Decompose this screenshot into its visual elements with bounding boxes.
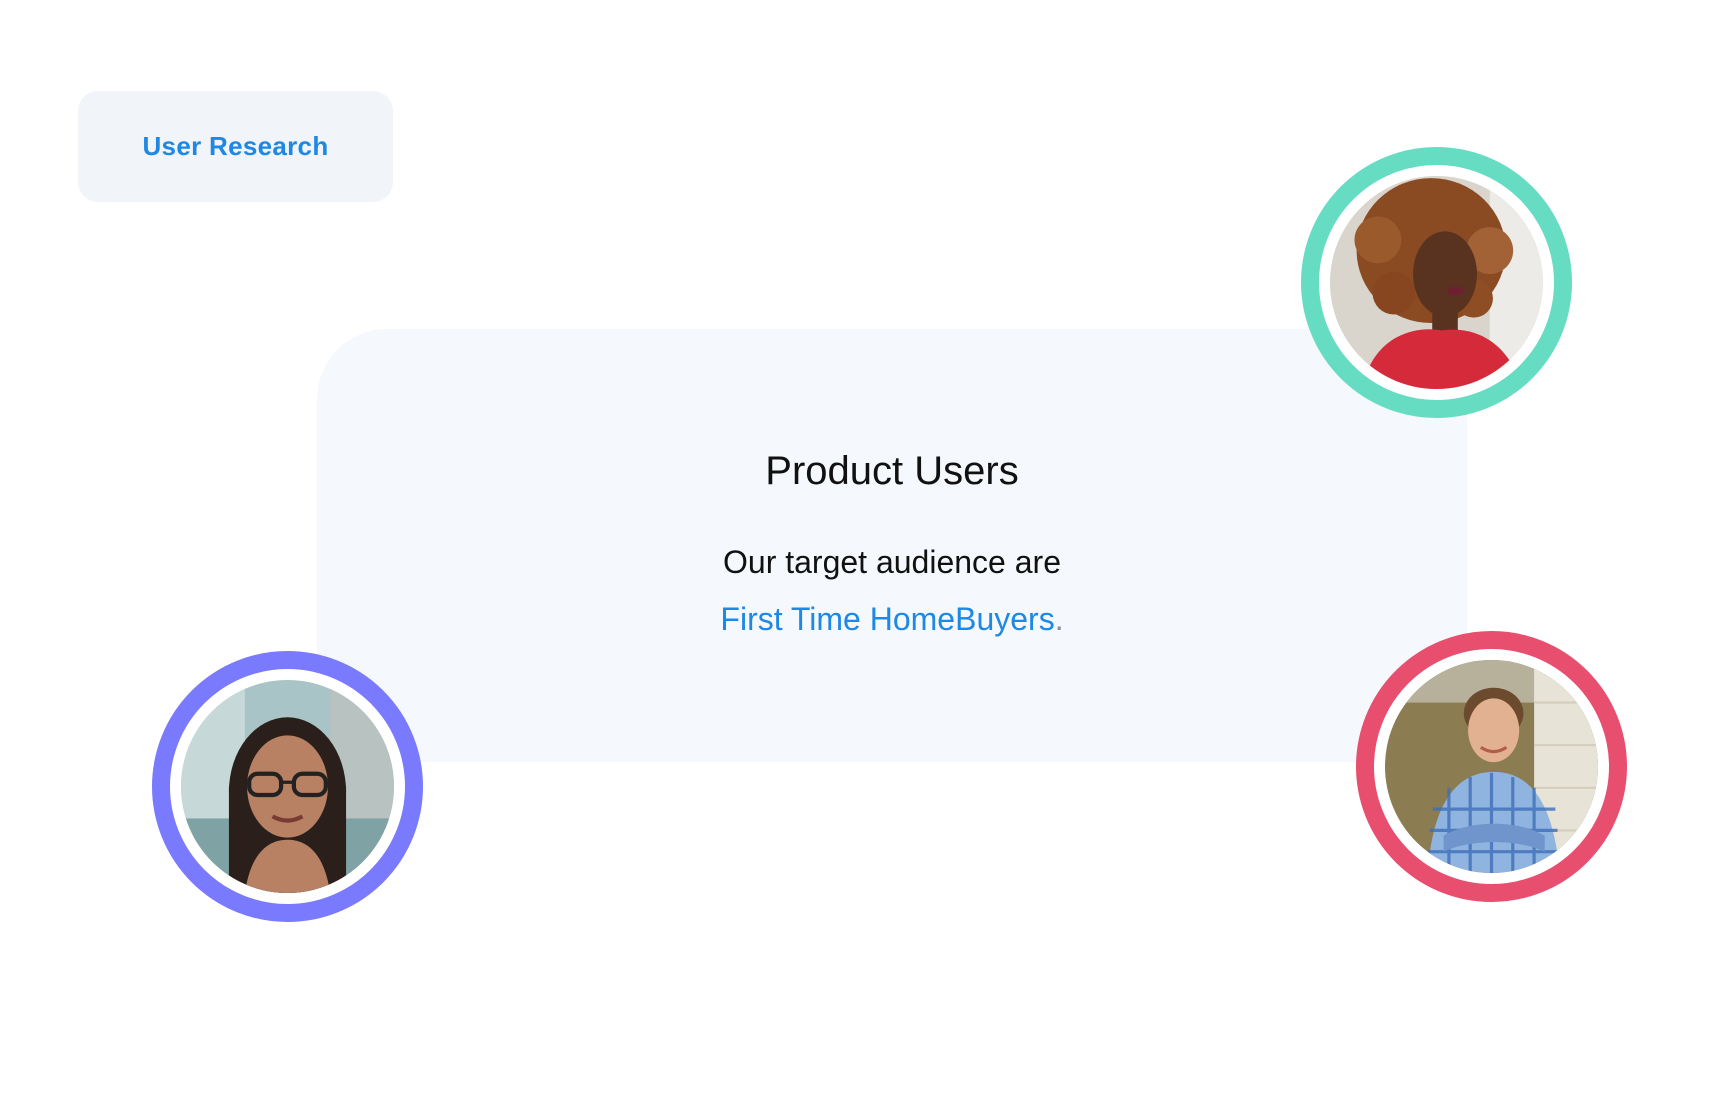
user-avatar-2: [152, 651, 423, 922]
audience-period: .: [1054, 601, 1064, 637]
avatar-photo: [181, 680, 394, 893]
card-highlight-line: First Time HomeBuyers.: [317, 601, 1467, 638]
card-title: Product Users: [765, 449, 1019, 493]
avatar-photo: [1330, 176, 1543, 389]
avatar-photo: [1385, 660, 1598, 873]
card-description: Our target audience are: [723, 544, 1061, 580]
section-tag-label: User Research: [142, 131, 329, 161]
user-avatar-1: [1301, 147, 1572, 418]
page: User Research Product Users Our target a…: [0, 0, 1728, 1117]
user-avatar-3: [1356, 631, 1627, 902]
section-tag: User Research: [78, 91, 393, 202]
product-users-card: Product Users Our target audience are Fi…: [317, 329, 1467, 762]
audience-highlight: First Time HomeBuyers: [720, 601, 1055, 637]
